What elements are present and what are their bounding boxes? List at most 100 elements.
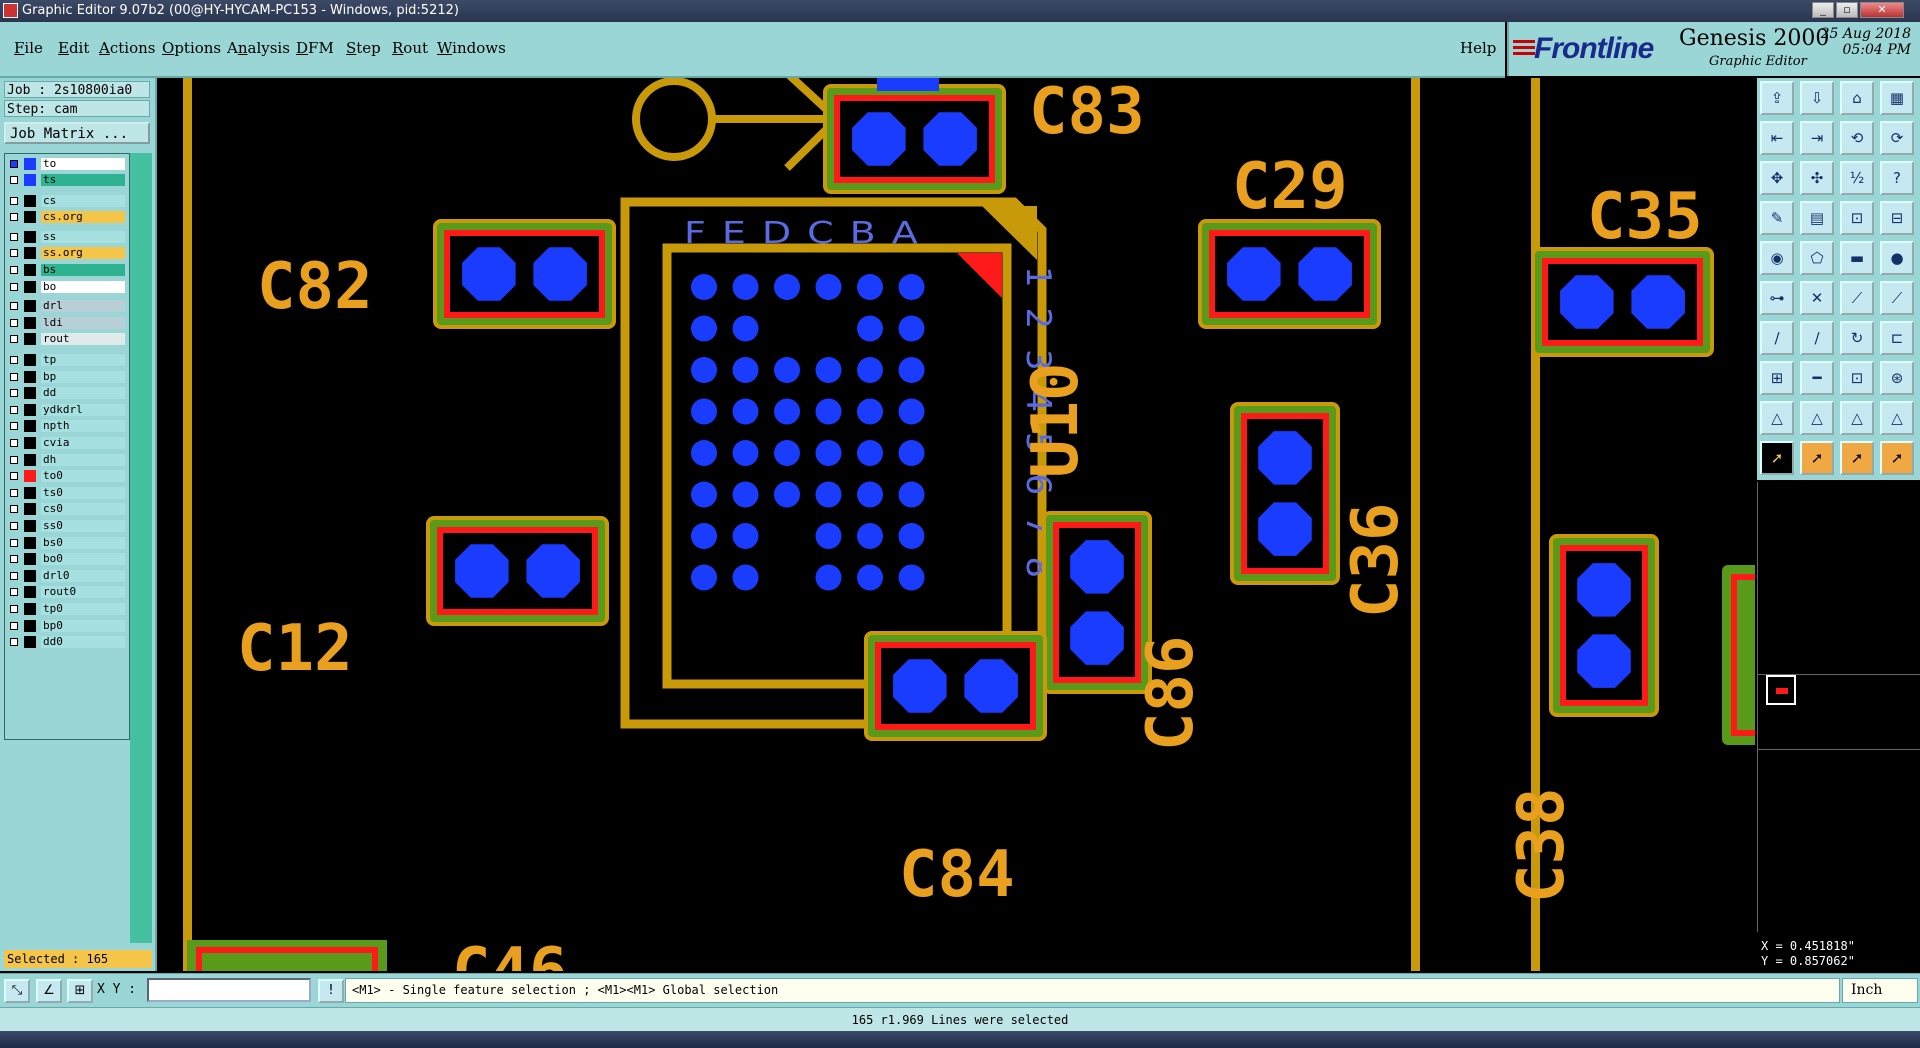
layer-color-swatch[interactable] — [24, 230, 36, 243]
layer-color-swatch[interactable] — [24, 354, 36, 366]
layer-row-npth[interactable]: npth — [7, 420, 127, 433]
menu-dfm[interactable]: DFM — [296, 39, 334, 57]
layer-row-bs0[interactable]: bs0 — [7, 536, 127, 550]
layer-row-ss0[interactable]: ss0 — [7, 520, 127, 533]
layer-checkbox[interactable] — [10, 356, 18, 364]
layer-checkbox[interactable] — [10, 439, 18, 447]
layer-color-swatch[interactable] — [24, 174, 36, 186]
layer-name[interactable]: dh — [41, 453, 125, 466]
route2-icon[interactable]: ⟋ — [1880, 281, 1914, 315]
menu-step[interactable]: Step — [346, 39, 381, 57]
undo-view-icon[interactable]: ⟲ — [1840, 121, 1874, 155]
layer-checkbox[interactable] — [10, 638, 18, 647]
layer-name[interactable]: bs0 — [41, 536, 125, 549]
layer-name[interactable]: cs — [41, 194, 125, 207]
layer-row-cs-org[interactable]: cs.org — [7, 211, 127, 224]
layer-color-swatch[interactable] — [24, 437, 36, 449]
layer-row-bs[interactable]: bs — [7, 264, 127, 277]
layer-checkbox[interactable] — [10, 282, 18, 291]
layer-row-cs[interactable]: cs — [7, 194, 127, 208]
layer-row-tp[interactable]: tp — [7, 354, 127, 367]
layer-checkbox[interactable] — [10, 318, 18, 327]
layer-row-ss[interactable]: ss — [7, 230, 127, 244]
layer-checkbox[interactable] — [10, 389, 18, 398]
layer-row-bo0[interactable]: bo0 — [7, 553, 127, 566]
layer-row-cs0[interactable]: cs0 — [7, 503, 127, 516]
layer-name[interactable]: cs0 — [41, 503, 125, 516]
layer-name[interactable]: bs — [41, 264, 125, 276]
layout-icon[interactable]: ▦ — [1880, 81, 1914, 115]
layer-name[interactable]: ts — [41, 174, 125, 186]
layer-row-ydkdrl[interactable]: ydkdrl — [7, 403, 127, 417]
layer-color-swatch[interactable] — [24, 619, 36, 632]
menu-analysis[interactable]: Analysis — [227, 39, 290, 57]
layer-name[interactable]: ydkdrl — [41, 403, 125, 416]
layer-checkbox[interactable] — [10, 249, 18, 258]
layer-name[interactable]: tp0 — [41, 603, 125, 615]
layer-color-swatch[interactable] — [24, 211, 36, 224]
layer-color-swatch[interactable] — [24, 553, 36, 566]
layer-checkbox[interactable] — [10, 302, 18, 311]
restore-button[interactable]: ▫ — [1836, 2, 1858, 18]
layer-name[interactable]: drl — [41, 300, 125, 313]
layer-row-bo[interactable]: bo — [7, 280, 127, 294]
layer-name[interactable]: bo — [41, 280, 125, 293]
layer-color-swatch[interactable] — [24, 300, 36, 313]
layer-color-swatch[interactable] — [24, 370, 36, 383]
select2-icon[interactable]: ➚ — [1800, 441, 1834, 475]
overview-map[interactable] — [1757, 482, 1920, 932]
layer-name[interactable]: bo0 — [41, 553, 125, 566]
layer-color-swatch[interactable] — [24, 264, 36, 276]
delete-icon[interactable]: ✕ — [1800, 281, 1834, 315]
layer-checkbox[interactable] — [10, 335, 18, 344]
select4-icon[interactable]: ➚ — [1880, 441, 1914, 475]
layer-checkbox[interactable] — [10, 266, 18, 274]
layer-row-rout0[interactable]: rout0 — [7, 586, 127, 599]
layer-checkbox[interactable] — [10, 588, 18, 597]
unit-selector[interactable]: Inch — [1842, 978, 1918, 1003]
zoom-fit-icon[interactable]: ⇩ — [1800, 81, 1834, 115]
layer-color-swatch[interactable] — [24, 194, 36, 207]
layer-name[interactable]: ss — [41, 230, 125, 243]
layer-color-swatch[interactable] — [24, 158, 36, 170]
layer-row-ldi[interactable]: ldi — [7, 316, 127, 330]
layer-checkbox[interactable] — [10, 232, 18, 241]
triangle4-icon[interactable]: △ — [1880, 401, 1914, 435]
overview-viewport[interactable] — [1766, 675, 1796, 705]
layer-row-dd0[interactable]: dd0 — [7, 636, 127, 649]
minimize-button[interactable]: _ — [1812, 2, 1834, 18]
layer-name[interactable]: bp0 — [41, 619, 125, 632]
edit-icon[interactable]: ✎ — [1760, 201, 1794, 235]
grid-icon[interactable]: ⊞ — [67, 979, 93, 1003]
layer-color-swatch[interactable] — [24, 569, 36, 582]
polygon-icon[interactable]: ⬠ — [1800, 241, 1834, 275]
pad-icon[interactable]: ◉ — [1760, 241, 1794, 275]
menu-windows[interactable]: Windows — [437, 39, 506, 57]
grid-icon[interactable]: ▤ — [1800, 201, 1834, 235]
layer-color-swatch[interactable] — [24, 603, 36, 615]
rotate-icon[interactable]: ↻ — [1840, 321, 1874, 355]
draw2-icon[interactable]: ∕ — [1800, 321, 1834, 355]
layer-row-rout[interactable]: rout — [7, 333, 127, 346]
layer-checkbox[interactable] — [10, 405, 18, 414]
layer-color-swatch[interactable] — [24, 420, 36, 433]
layer-name[interactable]: drl0 — [41, 569, 125, 582]
layer-row-dh[interactable]: dh — [7, 453, 127, 467]
layer-row-drl0[interactable]: drl0 — [7, 569, 127, 583]
layer-name[interactable]: tp — [41, 354, 125, 366]
layer-name[interactable]: ss.org — [41, 247, 125, 260]
layer-checkbox[interactable] — [10, 505, 18, 514]
gear-icon[interactable]: ⊛ — [1880, 361, 1914, 395]
layer-row-ts[interactable]: ts — [7, 174, 127, 187]
select-icon[interactable]: ➚ — [1760, 441, 1794, 475]
layer-color-swatch[interactable] — [24, 636, 36, 649]
zoom-area-icon[interactable]: ⤡ — [4, 979, 30, 1003]
route-icon[interactable]: ⟋ — [1840, 281, 1874, 315]
draw-icon[interactable]: ∕ — [1760, 321, 1794, 355]
info-icon[interactable]: ! — [318, 979, 344, 1003]
menu-edit[interactable]: Edit — [58, 39, 89, 57]
layer-color-swatch[interactable] — [24, 453, 36, 466]
zoom-home-icon[interactable]: ⇪ — [1760, 81, 1794, 115]
layer-color-swatch[interactable] — [24, 403, 36, 416]
layer-row-ss-org[interactable]: ss.org — [7, 247, 127, 260]
